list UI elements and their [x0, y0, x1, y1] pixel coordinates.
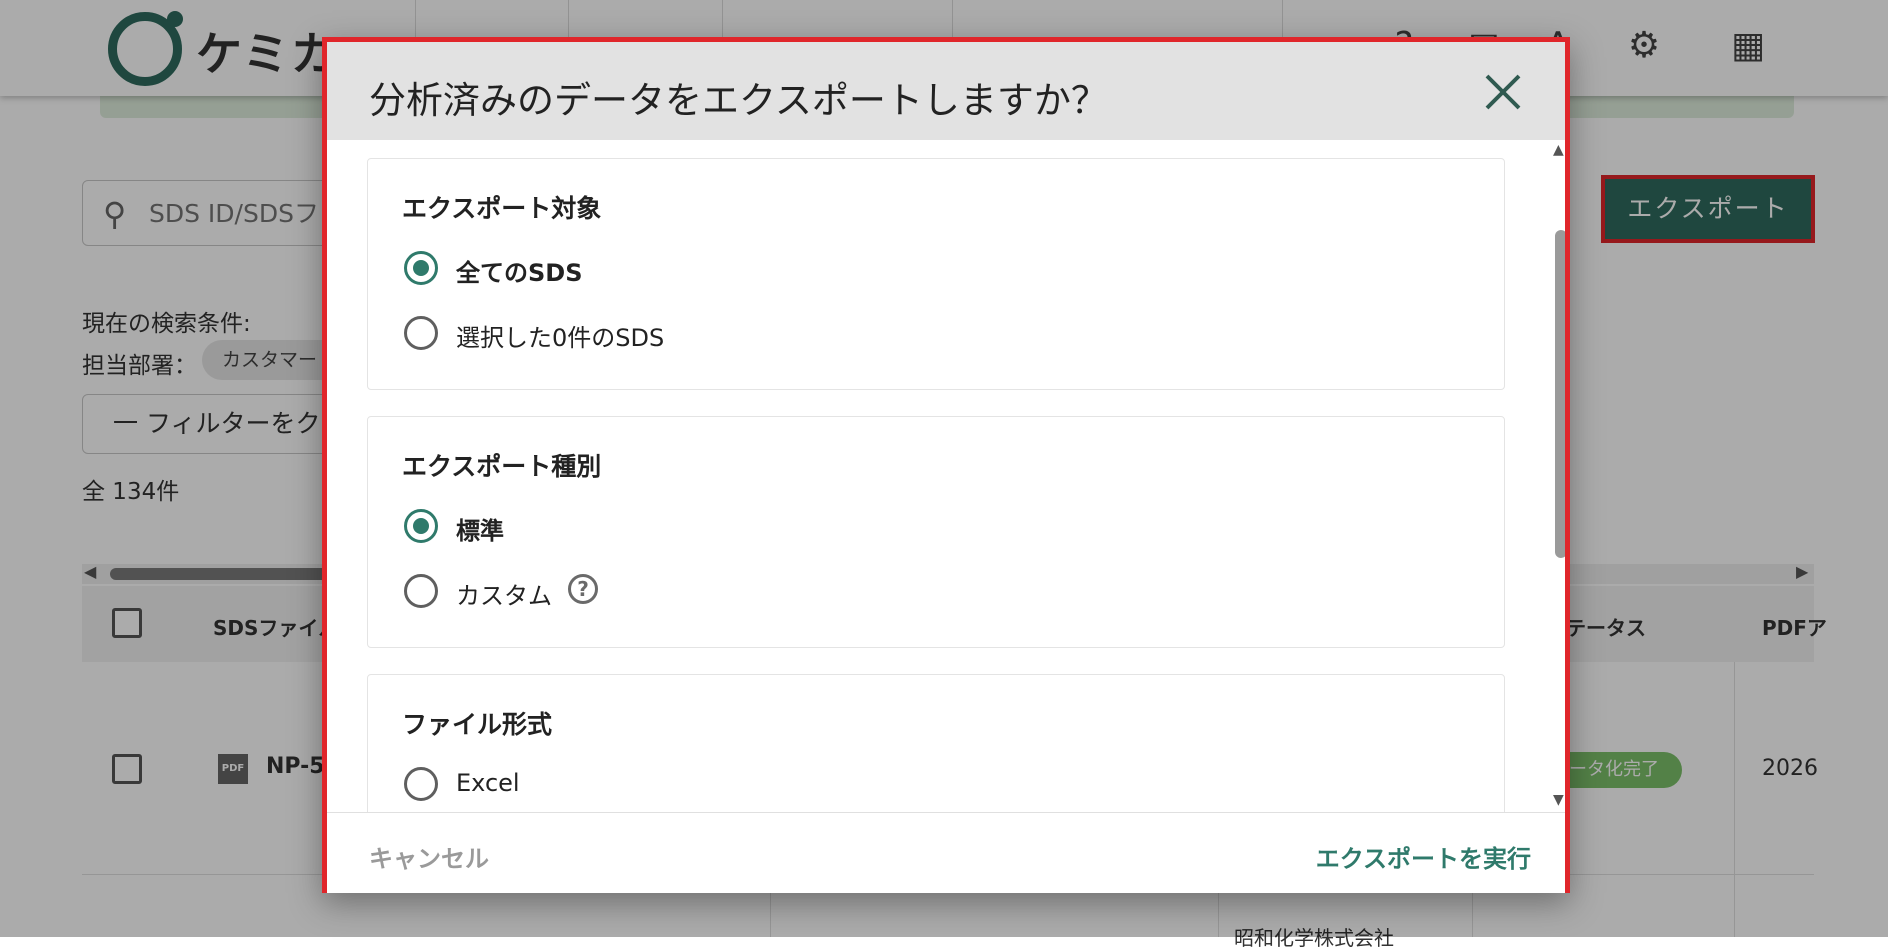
radio-standard[interactable] — [404, 509, 438, 543]
radio-all-sds[interactable] — [404, 251, 438, 285]
export-target-title: エクスポート対象 — [402, 194, 602, 223]
export-target-section: エクスポート対象 全てのSDS 選択した0件のSDS — [367, 158, 1505, 390]
radio-excel-label[interactable]: Excel — [456, 769, 520, 797]
dialog-body[interactable]: エクスポート対象 全てのSDS 選択した0件のSDS エクスポート種別 標準 カ… — [327, 140, 1565, 812]
export-type-section: エクスポート種別 標準 カスタム ? — [367, 416, 1505, 648]
scroll-down-icon[interactable]: ▼ — [1553, 792, 1564, 808]
close-icon — [1485, 74, 1521, 110]
radio-excel[interactable] — [404, 767, 438, 801]
export-type-title: エクスポート種別 — [402, 452, 602, 481]
help-icon[interactable]: ? — [568, 574, 598, 604]
export-dialog: 分析済みのデータをエクスポートしますか？ エクスポート対象 全てのSDS 選択し… — [322, 37, 1570, 893]
dialog-title: 分析済みのデータをエクスポートしますか？ — [369, 79, 1108, 122]
cancel-button[interactable]: キャンセル — [369, 839, 489, 874]
vertical-scrollbar-thumb[interactable] — [1555, 230, 1565, 558]
radio-custom[interactable] — [404, 574, 438, 608]
radio-selected-sds-label[interactable]: 選択した0件のSDS — [456, 318, 664, 353]
file-format-title: ファイル形式 — [402, 710, 553, 739]
close-icon[interactable] — [1481, 70, 1525, 114]
dialog-footer: キャンセル エクスポートを実行 — [327, 812, 1565, 893]
dialog-header: 分析済みのデータをエクスポートしますか？ — [327, 42, 1565, 140]
radio-custom-label[interactable]: カスタム — [456, 576, 552, 611]
file-format-section: ファイル形式 Excel — [367, 674, 1505, 812]
radio-standard-label[interactable]: 標準 — [456, 511, 504, 546]
run-export-button[interactable]: エクスポートを実行 — [1316, 839, 1531, 874]
radio-all-sds-label[interactable]: 全てのSDS — [456, 253, 583, 288]
scroll-up-icon[interactable]: ▲ — [1553, 142, 1564, 158]
radio-selected-sds[interactable] — [404, 316, 438, 350]
